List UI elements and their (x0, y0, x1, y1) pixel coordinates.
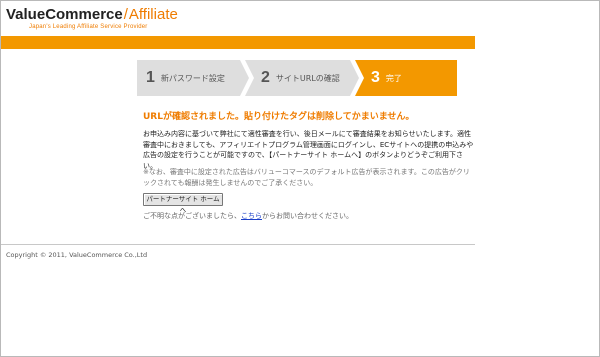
footer-divider (1, 244, 475, 245)
contact-prefix: ご不明な点がございましたら、 (143, 212, 241, 220)
page-title: URLが確認されました。貼り付けたタグは削除してかまいません。 (143, 112, 415, 122)
progress-steps: 1 新パスワード設定 2 サイトURLの確認 3 完了 (137, 60, 457, 96)
step-2-label: サイトURLの確認 (275, 73, 340, 83)
body-text: お申込み内容に基づいて弊社にて適性審査を行い、後日メールにて審査結果をお知らせい… (143, 130, 474, 170)
partner-home-button[interactable]: パートナーサイト ホームへ (143, 193, 223, 214)
contact-suffix: からお問い合わせください。 (262, 212, 353, 220)
logo-slash: / (123, 6, 128, 23)
step-1-number: 1 (146, 69, 155, 86)
step-2: 2 サイトURLの確認 (245, 60, 359, 96)
contact-line: ご不明な点がございましたら、こちらからお問い合わせください。 (143, 211, 353, 221)
step-1-label: 新パスワード設定 (160, 73, 225, 83)
logo[interactable]: ValueCommerce / Affiliate (6, 6, 178, 23)
header-bar (1, 36, 475, 49)
step-3-number: 3 (371, 69, 380, 86)
contact-link[interactable]: こちら (241, 212, 262, 220)
logo-product: Affiliate (128, 6, 178, 23)
step-3-label: 完了 (385, 73, 402, 83)
site-header: ValueCommerce / Affiliate Japan's Leadin… (6, 6, 178, 30)
step-2-number: 2 (261, 69, 270, 86)
note-text: ※なお、審査中に設定された広告はバリューコマースのデフォルト広告が表示されます。… (143, 168, 470, 187)
step-3-active: 3 完了 (355, 60, 457, 96)
logo-brand: ValueCommerce (6, 6, 123, 23)
tagline: Japan's Leading Affiliate Service Provid… (29, 24, 148, 30)
step-1: 1 新パスワード設定 (137, 60, 249, 96)
copyright: Copyright © 2011, ValueCommerce Co.,Ltd (6, 251, 148, 259)
